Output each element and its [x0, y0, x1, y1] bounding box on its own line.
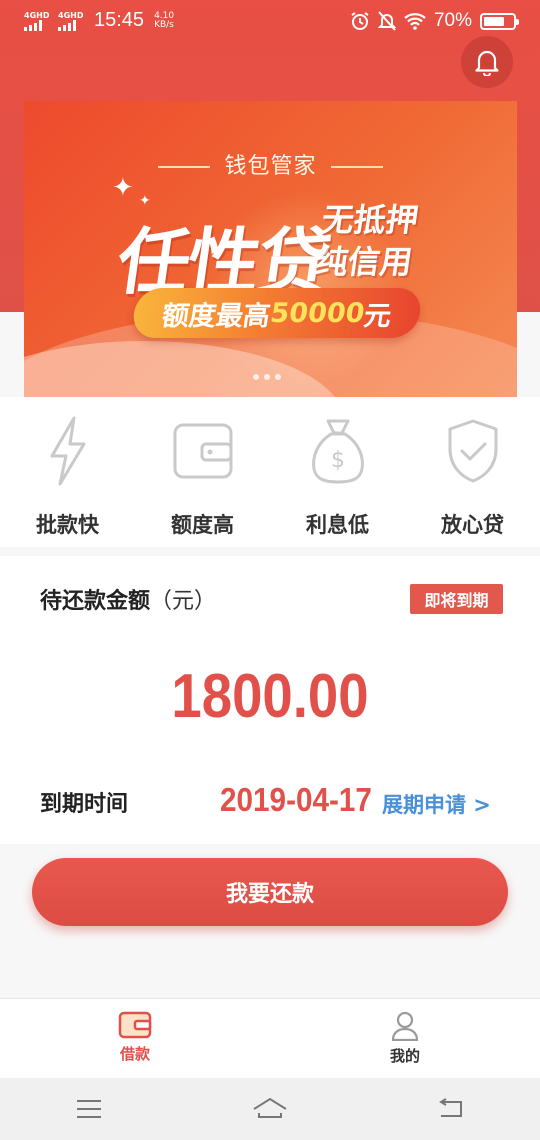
alarm-icon — [351, 12, 369, 30]
signal-label: 4GHD — [24, 10, 50, 20]
banner-limit-pill: 额度最高 50000 元 — [130, 288, 424, 338]
tab-loan[interactable]: 借款 — [0, 999, 270, 1078]
mute-bell-icon — [377, 11, 396, 31]
home-icon[interactable] — [252, 1097, 288, 1121]
signal-label: 4GHD — [58, 10, 84, 20]
banner-subtitle-text: 钱包管家 — [224, 154, 317, 179]
network-speed: 4.10 KB/s — [154, 11, 174, 30]
feature-label: 额度高 — [171, 513, 234, 537]
money-bag-icon: $ — [311, 419, 364, 484]
banner-tagline: 无抵押 纯信用 — [313, 199, 421, 283]
signal-icon: 4GHD — [24, 11, 50, 31]
due-amount-title: 待还款金额（元） — [40, 583, 216, 615]
pill-suffix: 元 — [361, 300, 394, 332]
banner-tagline-1: 无抵押 — [319, 201, 421, 239]
bell-icon — [475, 50, 499, 76]
shield-check-icon — [448, 419, 497, 483]
battery-percent: 70% — [433, 10, 472, 31]
clock: 15:45 — [94, 9, 145, 31]
battery-icon — [480, 12, 519, 30]
speed-unit: KB/s — [154, 19, 174, 30]
back-icon[interactable] — [437, 1098, 465, 1120]
banner-tagline-2: 纯信用 — [313, 243, 415, 281]
tab-bar: 借款 我的 — [0, 998, 540, 1078]
pill-prefix: 额度最高 — [159, 300, 273, 332]
banner-subtitle: 钱包管家 — [24, 148, 517, 180]
battery-fill — [484, 16, 504, 26]
feature-label: 批款快 — [36, 513, 99, 537]
system-nav-bar — [0, 1078, 540, 1140]
wifi-icon — [404, 13, 426, 30]
due-title-text: 待还款金额 — [40, 589, 151, 614]
tab-mine[interactable]: 我的 — [270, 999, 540, 1078]
lightning-icon — [50, 416, 85, 486]
feature-low-interest: $ 利息低 — [270, 397, 405, 547]
wallet-icon — [118, 1011, 152, 1039]
tab-label: 借款 — [119, 1045, 150, 1063]
due-date: 2019-04-17 — [220, 781, 372, 818]
extend-link[interactable]: 展期申请 > — [382, 789, 491, 819]
feature-safe: 放心贷 — [405, 397, 540, 547]
tab-label: 我的 — [389, 1047, 420, 1065]
due-amount: 1800.00 — [171, 662, 369, 731]
feature-label: 放心贷 — [441, 513, 504, 537]
repayment-card: 待还款金额（元） 即将到期 1800.00 到期时间 2019-04-17 展期… — [0, 556, 540, 844]
pill-amount: 50000 — [268, 297, 367, 329]
notification-button[interactable] — [461, 36, 513, 88]
page-dot[interactable] — [264, 374, 270, 380]
svg-text:$: $ — [331, 448, 345, 473]
page-dot[interactable] — [253, 374, 259, 380]
page-dot[interactable] — [275, 374, 281, 380]
due-date-label: 到期时间 — [40, 792, 129, 817]
feature-row: 批款快 额度高 $ 利息低 放心贷 — [0, 397, 540, 547]
person-icon — [391, 1011, 419, 1041]
app-screen: 4GHD 4GHD 15:45 4.10 KB/s 70% ✦ ✦ 钱包管家 任… — [0, 0, 540, 1140]
feature-fast: 批款快 — [0, 397, 135, 547]
promo-banner[interactable]: ✦ ✦ 钱包管家 任性贷 无抵押 纯信用 额度最高 50000 元 — [24, 101, 517, 397]
feature-high-limit: 额度高 — [135, 397, 270, 547]
wallet-icon — [173, 423, 232, 479]
banner-pagination — [253, 374, 281, 380]
repay-button[interactable]: 我要还款 — [32, 858, 508, 926]
status-badge: 即将到期 — [410, 584, 503, 614]
signal-icon: 4GHD — [58, 11, 84, 31]
feature-label: 利息低 — [306, 513, 369, 537]
due-unit: （元） — [150, 589, 217, 614]
status-bar: 4GHD 4GHD 15:45 4.10 KB/s 70% — [0, 0, 540, 44]
menu-icon[interactable] — [75, 1098, 103, 1120]
